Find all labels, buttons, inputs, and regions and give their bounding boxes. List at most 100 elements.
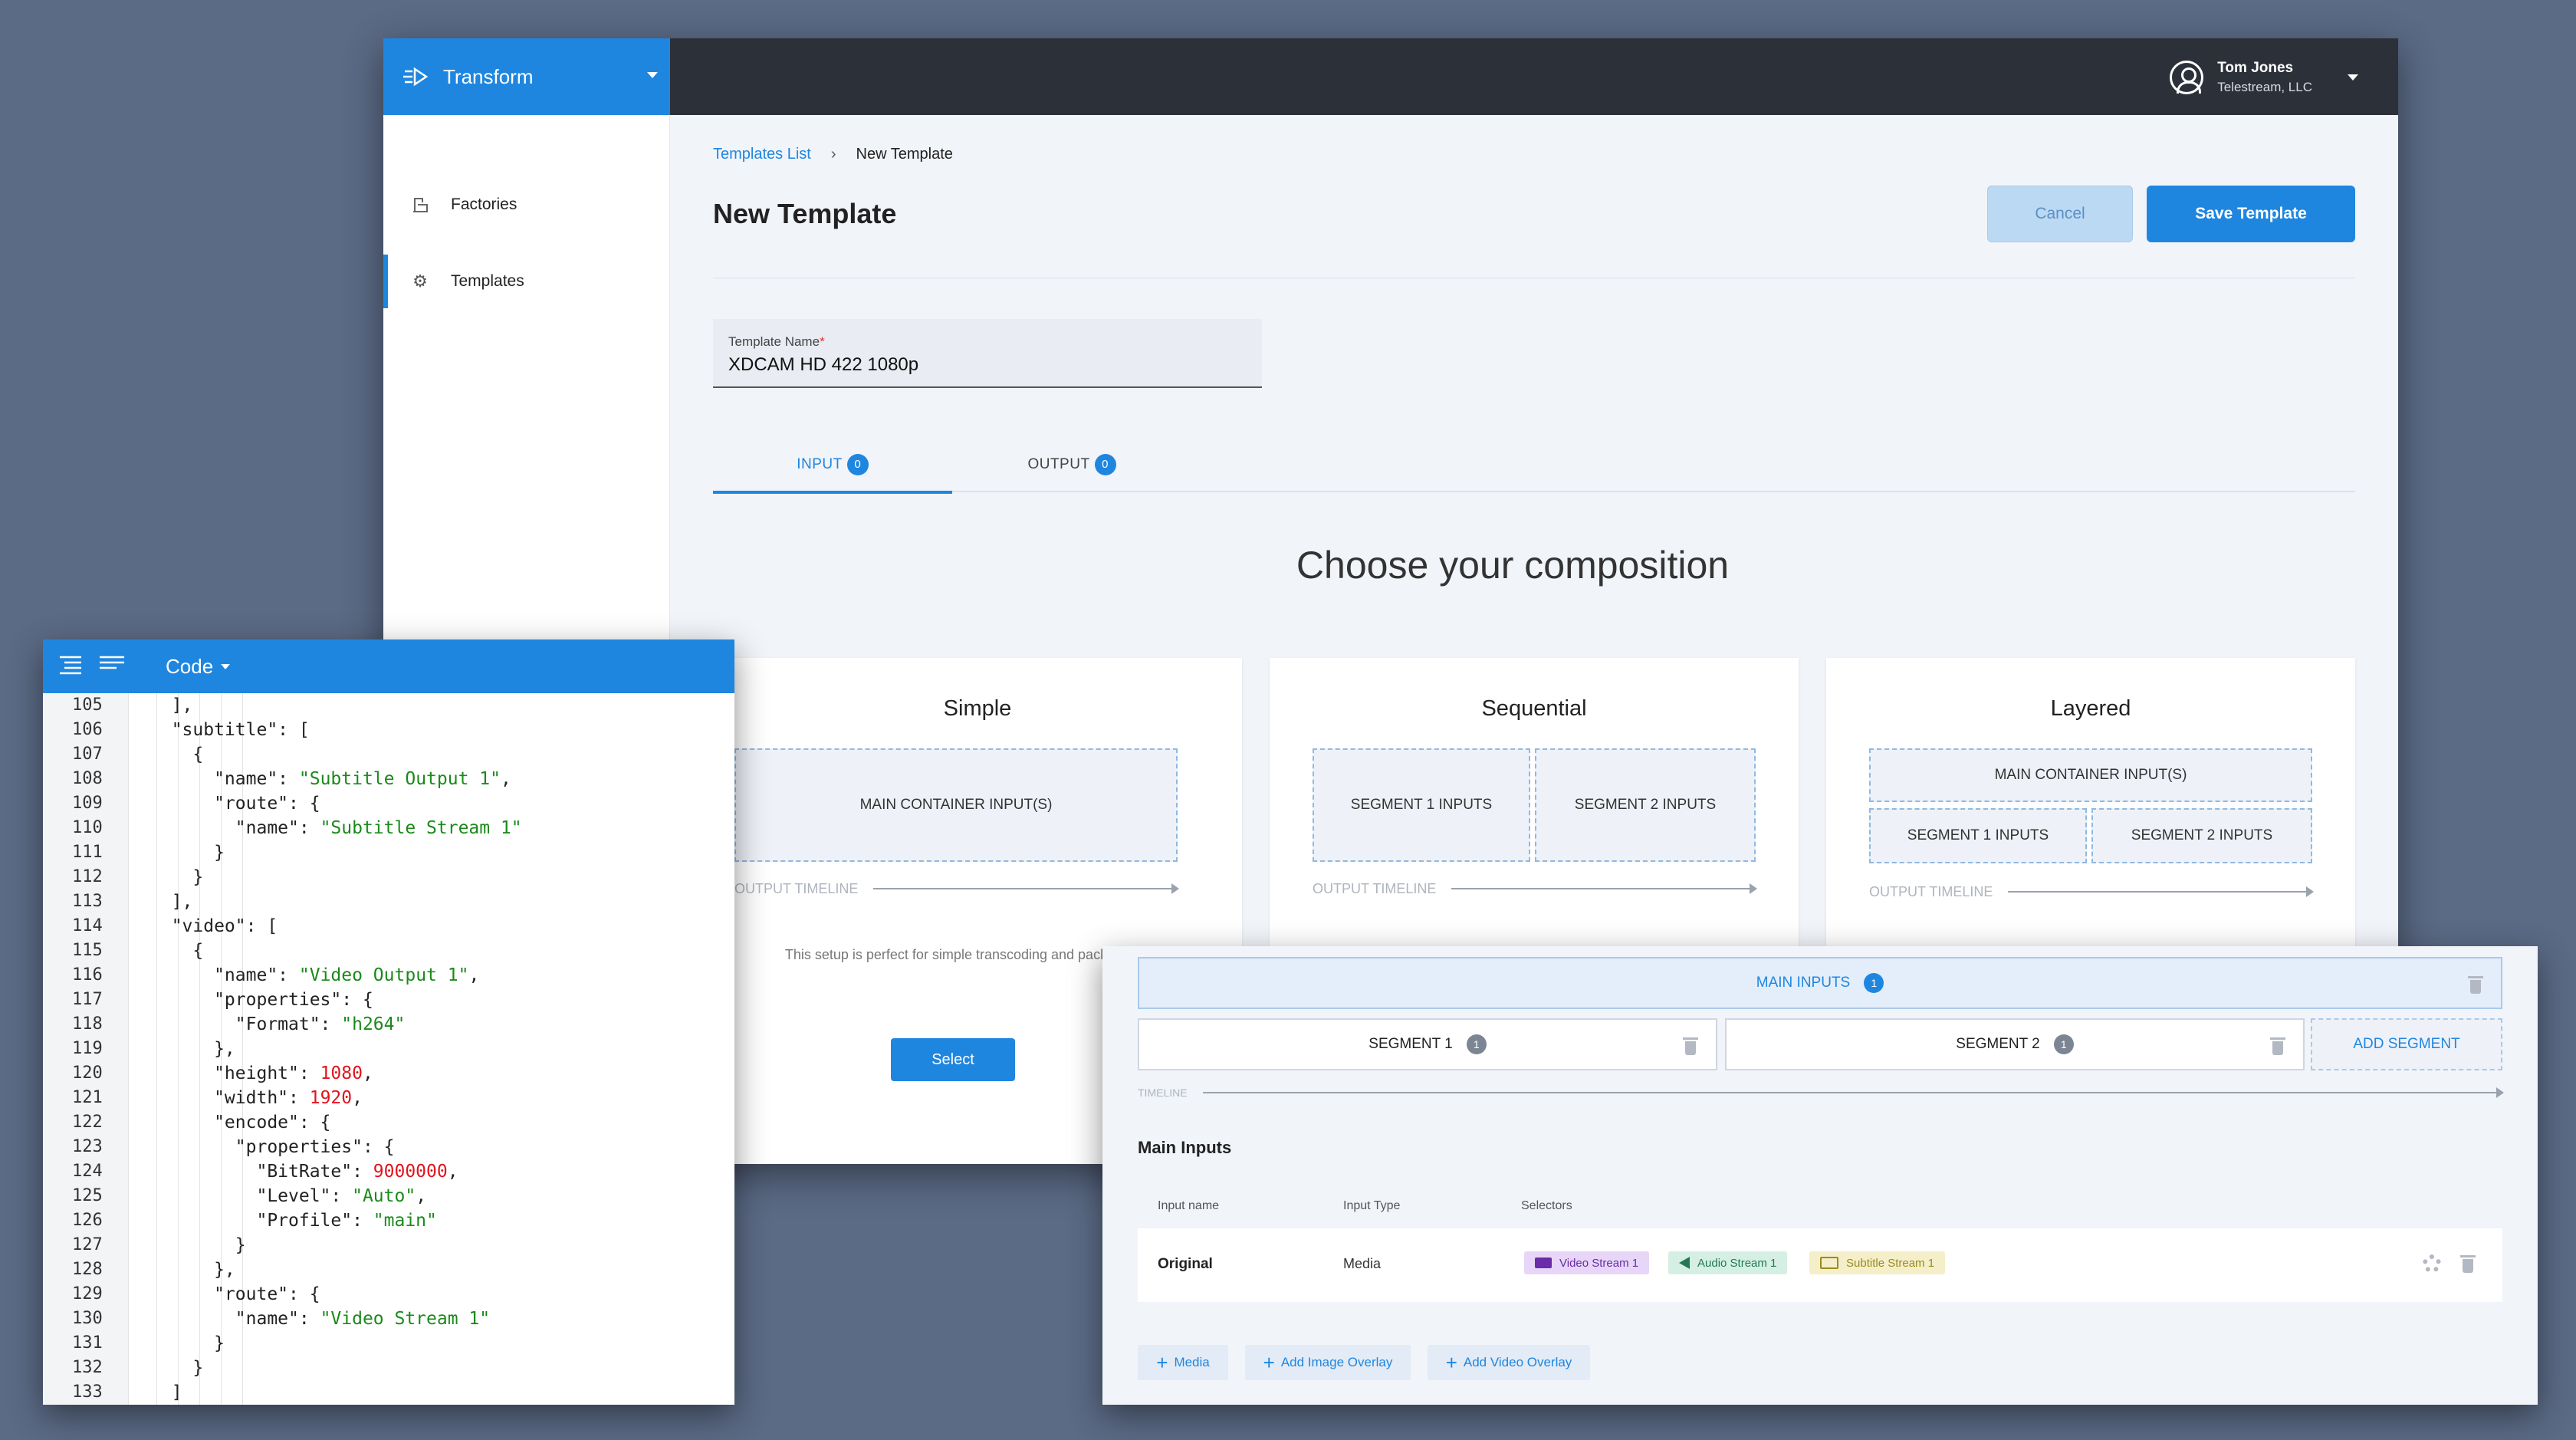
count-badge: 1 (1466, 1034, 1487, 1054)
code-line: }, (150, 1260, 235, 1280)
breadcrumb-templates-list[interactable]: Templates List (713, 146, 811, 163)
tab-output[interactable]: OUTPUT 0 (952, 437, 1191, 492)
selector-chip-subtitle[interactable]: Subtitle Stream 1 (1809, 1251, 1946, 1274)
line-number: 117 (72, 990, 103, 1009)
sidebar-item-templates[interactable]: ⚙ Templates (383, 255, 670, 308)
trash-icon[interactable] (2460, 1255, 2476, 1273)
code-line: "name": "Subtitle Output 1", (150, 769, 511, 789)
selector-chip-audio[interactable]: Audio Stream 1 (1668, 1251, 1788, 1274)
top-bar: Transform Tom Jones Telestream, LLC (383, 38, 2398, 115)
line-number: 121 (72, 1088, 103, 1107)
code-line: "encode": { (150, 1113, 331, 1133)
user-name: Tom Jones (2217, 60, 2294, 76)
add-video-overlay-button[interactable]: + Add Video Overlay (1428, 1345, 1590, 1380)
code-line: } (150, 843, 225, 863)
line-number: 109 (72, 794, 103, 813)
trash-icon[interactable] (2468, 976, 2483, 994)
section-title: Main Inputs (1138, 1138, 1232, 1157)
segment-2[interactable]: SEGMENT 2 1 (1725, 1018, 2305, 1070)
segments-panel: MAIN INPUTS 1 SEGMENT 1 1 SEGMENT 2 1 AD… (1102, 946, 2538, 1405)
card-title: Simple (943, 696, 1012, 721)
user-org: Telestream, LLC (2217, 80, 2312, 94)
line-number: 112 (72, 867, 103, 886)
code-line: "route": { (150, 794, 320, 814)
code-line: "video": [ (150, 916, 278, 936)
code-editor-panel: Code 105 106 107 108 109 110 111 112 113 114 115 11… (43, 639, 734, 1405)
input-type: Media (1343, 1256, 1382, 1271)
line-number: 119 (72, 1039, 103, 1058)
code-line: ], (150, 695, 193, 715)
line-number: 107 (72, 745, 103, 764)
code-line: }, (150, 1039, 235, 1059)
product-switcher[interactable]: Transform (383, 38, 670, 115)
breadcrumb-current: New Template (856, 146, 953, 163)
line-number: 111 (72, 843, 103, 862)
code-line: "name": "Video Stream 1" (150, 1309, 491, 1329)
segment-label: SEGMENT 1 (1368, 1036, 1453, 1052)
trash-icon[interactable] (2270, 1037, 2285, 1055)
plus-icon: + (1263, 1350, 1275, 1374)
line-number-gutter: 105 106 107 108 109 110 111 112 113 114 115 116 117 1… (43, 693, 129, 1405)
timeline: TIMELINE (1138, 1084, 2505, 1101)
line-number: 133 (72, 1382, 103, 1402)
sidebar-item-label: Factories (451, 196, 518, 213)
code-line: "height": 1080, (150, 1064, 373, 1083)
code-line: "subtitle": [ (150, 720, 310, 740)
tab-bar: INPUT 0 OUTPUT 0 (713, 437, 2355, 494)
line-number: 110 (72, 818, 103, 837)
breadcrumb: Templates List › New Template (713, 146, 953, 163)
code-line: "width": 1920, (150, 1088, 363, 1108)
factory-icon (411, 196, 429, 214)
output-timeline: OUTPUT TIMELINE (1313, 880, 1757, 897)
user-avatar-icon (2170, 61, 2204, 94)
user-menu[interactable]: Tom Jones Telestream, LLC (2170, 58, 2358, 97)
cancel-button[interactable]: Cancel (1987, 186, 2133, 242)
chevron-down-icon (221, 664, 231, 669)
plus-icon: + (1445, 1350, 1457, 1374)
line-number: 129 (72, 1284, 103, 1304)
trash-icon[interactable] (1683, 1037, 1698, 1055)
line-number: 123 (72, 1137, 103, 1156)
chevron-down-icon (2348, 74, 2358, 81)
line-number: 108 (72, 769, 103, 788)
count-badge: 1 (2053, 1034, 2074, 1054)
code-line: "name": "Video Output 1", (150, 965, 480, 985)
count-badge: 0 (1094, 454, 1116, 475)
add-image-overlay-button[interactable]: + Add Image Overlay (1245, 1345, 1411, 1380)
line-number: 113 (72, 892, 103, 911)
format-code-icon[interactable] (57, 653, 84, 679)
gear-icon: ⚙ (412, 271, 428, 291)
subtitles-icon (1820, 1257, 1838, 1269)
sidebar-item-factories[interactable]: Factories (383, 178, 670, 232)
code-line: "properties": { (150, 990, 373, 1010)
add-media-button[interactable]: + Media (1138, 1345, 1228, 1380)
select-simple-button[interactable]: Select (891, 1038, 1015, 1081)
save-template-button[interactable]: Save Template (2147, 186, 2355, 242)
add-segment-button[interactable]: ADD SEGMENT (2311, 1018, 2502, 1070)
plus-icon: + (1156, 1350, 1168, 1374)
line-number: 125 (72, 1186, 103, 1205)
selector-chip-video[interactable]: Video Stream 1 (1524, 1251, 1650, 1274)
line-number: 105 (72, 695, 103, 715)
code-line: { (150, 941, 204, 961)
breadcrumb-separator: › (830, 146, 836, 163)
segment-1[interactable]: SEGMENT 1 1 (1138, 1018, 1717, 1070)
main-inputs-segment[interactable]: MAIN INPUTS 1 (1138, 957, 2502, 1009)
code-mode-dropdown[interactable]: Code (166, 655, 231, 679)
code-line: "name": "Subtitle Stream 1" (150, 818, 522, 838)
column-header-selectors: Selectors (1521, 1199, 1572, 1212)
line-number: 124 (72, 1162, 103, 1181)
code-line: ], (150, 892, 193, 912)
code-line: { (150, 745, 204, 764)
tab-label: INPUT (797, 456, 843, 472)
line-number: 128 (72, 1260, 103, 1279)
code-line: "Profile": "main" (150, 1211, 437, 1231)
output-timeline: OUTPUT TIMELINE (1869, 883, 2314, 900)
template-name-field[interactable]: Template Name* XDCAM HD 422 1080p (713, 319, 1262, 388)
compact-code-icon[interactable] (98, 653, 126, 679)
output-timeline: OUTPUT TIMELINE (734, 880, 1179, 897)
settings-gear-icon[interactable] (2423, 1254, 2441, 1273)
tab-input[interactable]: INPUT 0 (713, 437, 952, 494)
code-line: "BitRate": 9000000, (150, 1162, 458, 1182)
transform-logo-icon (403, 67, 429, 87)
